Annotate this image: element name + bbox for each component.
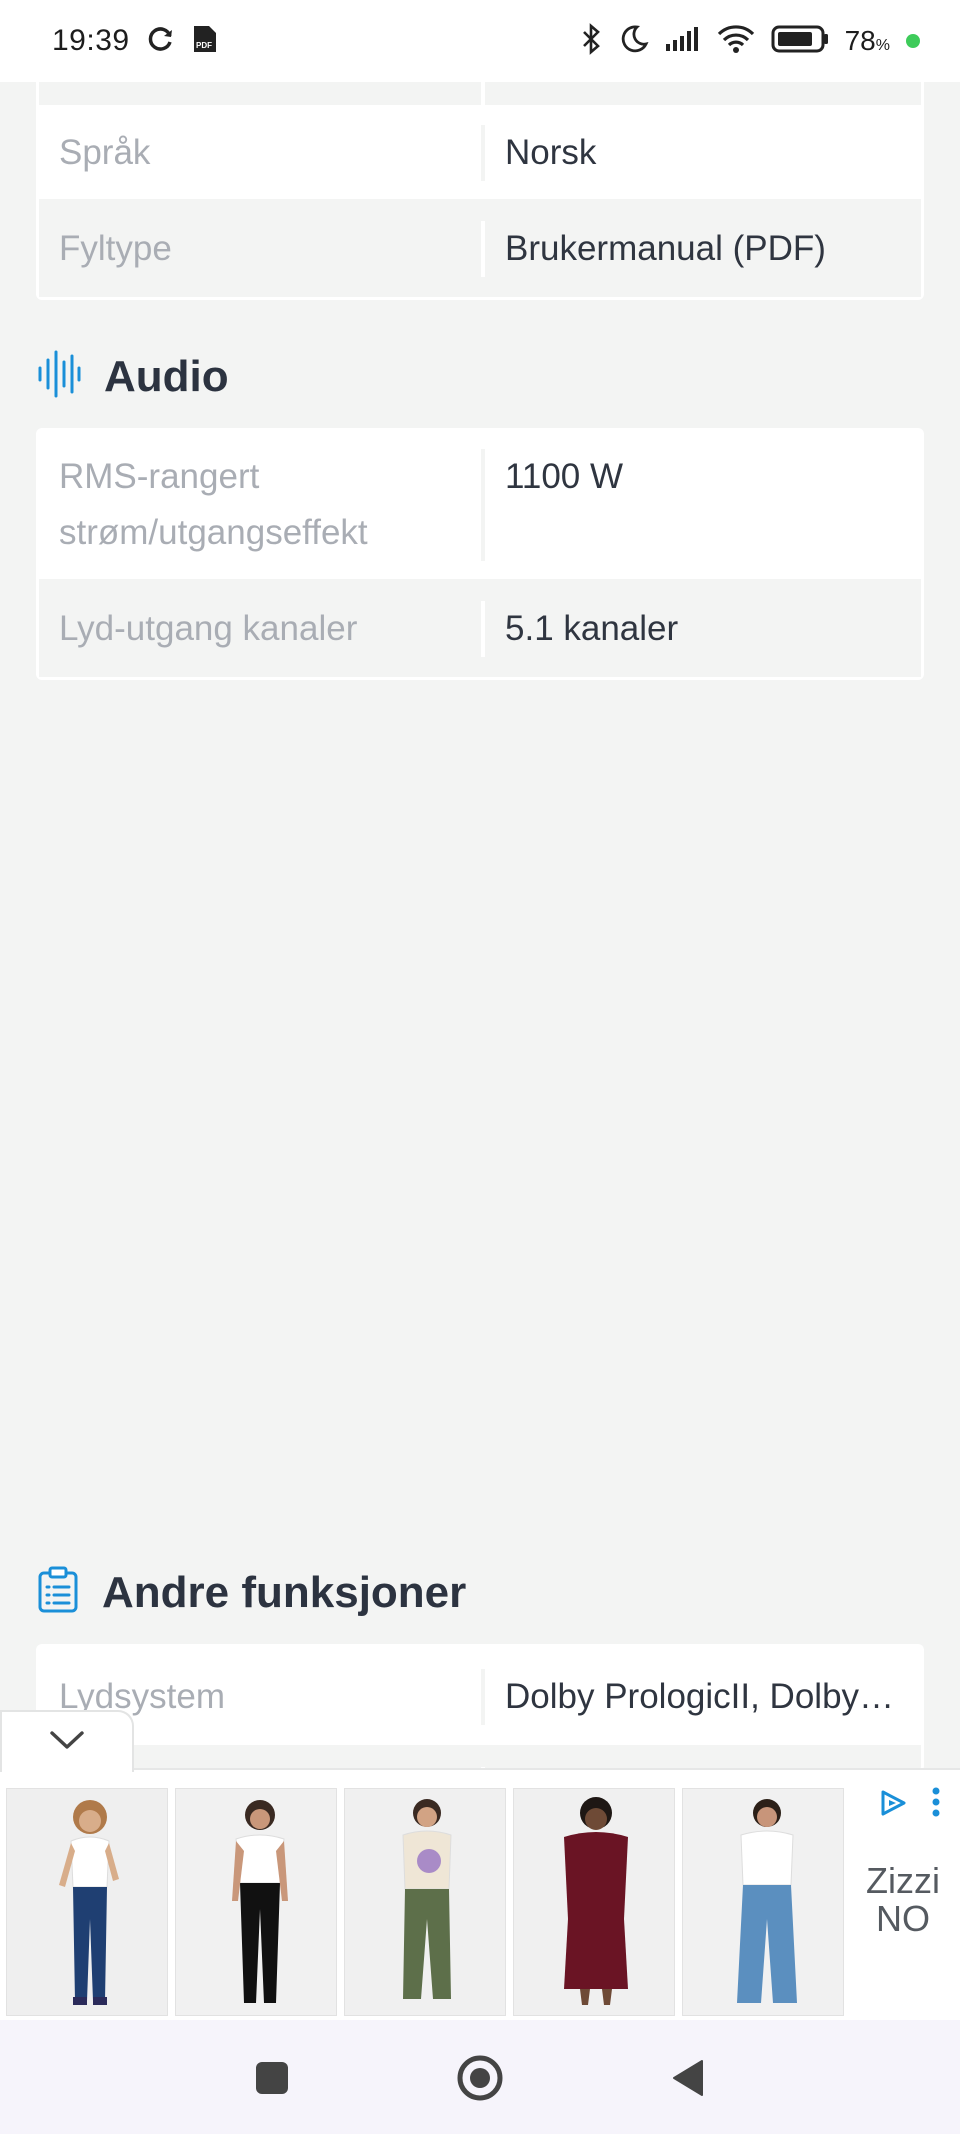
ad-product-4[interactable] — [513, 1788, 675, 2016]
spec-value: Dolby PrologicII, Dolby Digital — [481, 1669, 921, 1725]
ad-product-3[interactable] — [344, 1788, 506, 2016]
svg-text:PDF: PDF — [196, 41, 212, 50]
home-button[interactable] — [450, 2048, 510, 2108]
status-bar: 19:39 PDF 78% — [0, 0, 960, 82]
status-left: 19:39 PDF — [52, 24, 218, 59]
audio-section-header: Audio — [36, 350, 229, 403]
spec-value: 1100 W — [481, 449, 921, 561]
spec-key: Lyd-utgang kanaler — [59, 609, 358, 648]
spec-key: RMS-rangert strøm/utgangseffekt — [59, 457, 368, 552]
charging-dot — [906, 34, 920, 48]
audio-wave-icon — [36, 350, 82, 403]
back-button[interactable] — [658, 2048, 718, 2108]
ad-product-5[interactable] — [682, 1788, 844, 2016]
ad-menu-icon[interactable] — [930, 1786, 942, 1823]
ad-product-1[interactable] — [6, 1788, 168, 2016]
spec-value: Brukermanual (PDF) — [481, 221, 921, 277]
table-row: Lyd-utgang kanaler 5.1 kanaler — [39, 579, 921, 677]
ad-collapse-button[interactable] — [0, 1710, 134, 1772]
pdf-icon: PDF — [192, 24, 218, 59]
section-title: Andre funksjoner — [102, 1567, 467, 1617]
spec-value: Norsk — [481, 125, 921, 181]
status-right: 78% — [581, 22, 920, 60]
table-row: Fyltype Brukermanual (PDF) — [39, 199, 921, 297]
clock: 19:39 — [52, 24, 130, 57]
sync-icon — [146, 24, 176, 59]
audio-spec-table: RMS-rangert strøm/utgangseffekt 1100 W L… — [36, 428, 924, 680]
section-title: Audio — [104, 351, 229, 401]
ad-choices-icon[interactable] — [878, 1788, 908, 1823]
battery-icon — [771, 24, 829, 59]
bluetooth-icon — [581, 22, 603, 60]
system-nav-bar — [0, 2020, 960, 2134]
table-row: RMS-rangert strøm/utgangseffekt 1100 W — [39, 431, 921, 579]
recents-button[interactable] — [242, 2048, 302, 2108]
ad-banner[interactable]: Zizzi NO — [0, 1768, 960, 2020]
spec-value: 5.1 kanaler — [481, 601, 921, 657]
ad-brand-name[interactable]: Zizzi NO — [848, 1862, 958, 1938]
wifi-icon — [717, 24, 755, 59]
other-spec-table: Lydsystem Dolby PrologicII, Dolby Digita… — [36, 1644, 924, 1772]
ad-product-2[interactable] — [175, 1788, 337, 2016]
table-row: Språk Norsk — [39, 105, 921, 199]
spec-key: Fyltype — [59, 229, 172, 268]
battery-percent: 78% — [844, 25, 890, 56]
other-section-header: Andre funksjoner — [36, 1566, 466, 1619]
table-row: Lydsystem Dolby PrologicII, Dolby Digita… — [39, 1647, 921, 1745]
moon-icon — [619, 24, 649, 59]
general-spec-table: Språk Norsk Fyltype Brukermanual (PDF) — [36, 64, 924, 300]
chevron-down-icon — [48, 1729, 86, 1756]
clipboard-list-icon — [36, 1566, 80, 1619]
spec-key: Språk — [59, 133, 151, 172]
signal-icon — [665, 26, 701, 57]
